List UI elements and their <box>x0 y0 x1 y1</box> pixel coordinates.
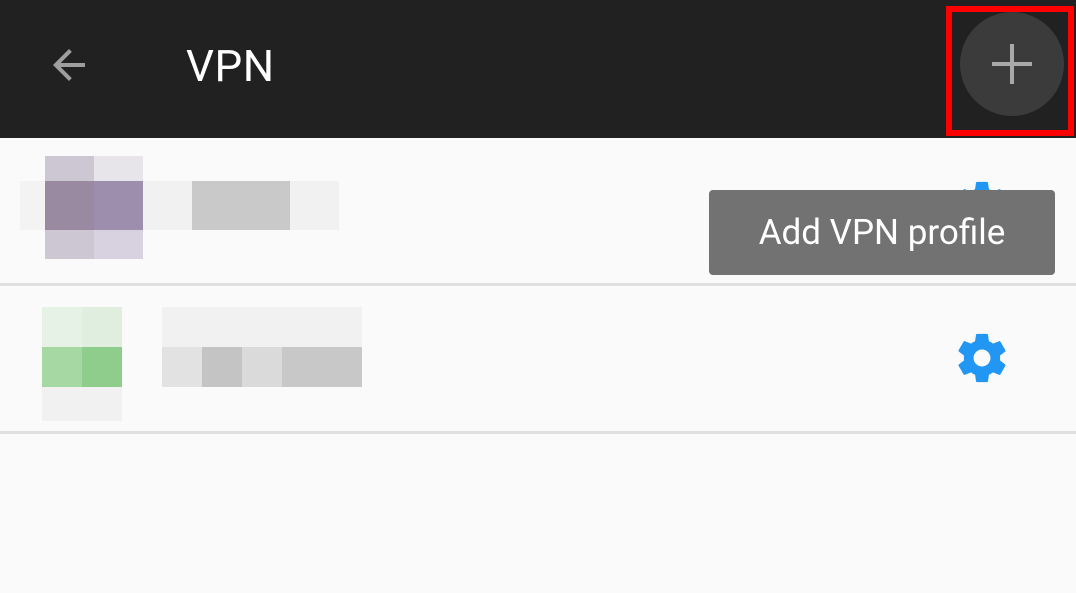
back-button[interactable] <box>34 30 104 100</box>
vpn-profile-list <box>0 138 1076 434</box>
add-vpn-profile-tooltip: Add VPN profile <box>709 190 1055 275</box>
add-vpn-profile-button[interactable] <box>960 12 1064 116</box>
plus-icon <box>992 44 1032 84</box>
gear-icon <box>958 333 1006 383</box>
app-bar: VPN <box>0 0 1076 138</box>
arrow-back-icon <box>53 49 85 81</box>
page-title: VPN <box>186 40 275 92</box>
profile-settings-button[interactable] <box>950 326 1014 390</box>
vpn-profile-item[interactable] <box>0 286 1076 434</box>
